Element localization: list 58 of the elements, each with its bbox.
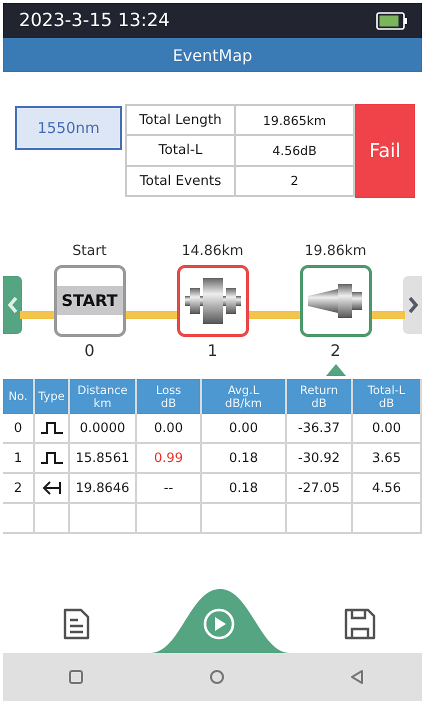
recent-apps-icon[interactable] [68,669,84,685]
column-header: Total-L dB [368,384,406,410]
column-header: Return dB [300,384,338,410]
table-cell: 0.0000 [80,420,126,436]
column-header: Loss dB [156,384,182,410]
summary-value: 19.865km [262,112,328,130]
chevron-left-icon [6,295,18,315]
table-cell: 1 [14,450,22,466]
chevron-right-icon [406,295,418,315]
back-icon[interactable] [349,669,365,685]
column-header: Type [38,390,65,403]
next-button[interactable] [403,276,422,334]
table-cell: 0.00 [229,420,258,436]
battery-icon [376,12,408,30]
table-cell: -30.92 [298,450,340,466]
table-cell: 0.99 [154,450,183,466]
column-header: No. [8,390,28,403]
screen-title: EventMap [172,46,252,64]
table-cell: 0.00 [372,420,401,436]
table-cell: 0.18 [229,480,258,496]
pulse-icon [40,452,62,464]
table-cell: 4.56 [372,480,401,496]
summary-value: 2 [290,172,300,190]
table-cell: -27.05 [298,480,340,496]
verdict-badge: Fail [355,104,415,198]
event-distance: Start [72,242,107,260]
pulse-icon [40,422,62,434]
table-cell: 15.8561 [76,450,130,466]
summary-label: Total-L [127,136,236,165]
table-cell: 0.18 [229,450,258,466]
play-icon [202,607,236,641]
event-number: 2 [330,340,341,360]
table-cell: -- [164,480,174,496]
event-distance: 14.86km [182,242,244,260]
wavelength-button[interactable]: 1550nm [15,106,122,150]
column-header: Avg.L dB/km [225,384,262,410]
table-cell: 3.65 [372,450,401,466]
play-button[interactable] [202,607,236,641]
event-distance: 19.86km [304,242,366,260]
event-number: 1 [207,340,218,360]
table-cell: 19.8646 [76,480,130,496]
clock-time: 2023-3-15 13:24 [19,10,170,31]
event-node[interactable] [300,264,372,336]
summary-label: Total Events [127,166,236,195]
event-number: 0 [84,340,95,360]
save-button[interactable] [343,607,377,641]
event-node[interactable] [176,264,248,336]
table-cell: -36.37 [298,420,340,436]
column-header: Distance km [77,384,128,410]
event-node[interactable]: START [54,264,126,336]
connector-icon [182,276,242,324]
summary-value: 4.56dB [271,142,318,160]
table-cell: 0.00 [154,420,183,436]
summary-label: Total Length [127,106,236,134]
end-arrow-icon [42,481,62,495]
table-cell: 2 [14,480,22,496]
home-icon[interactable] [208,669,224,685]
table-cell: 0 [14,420,22,436]
